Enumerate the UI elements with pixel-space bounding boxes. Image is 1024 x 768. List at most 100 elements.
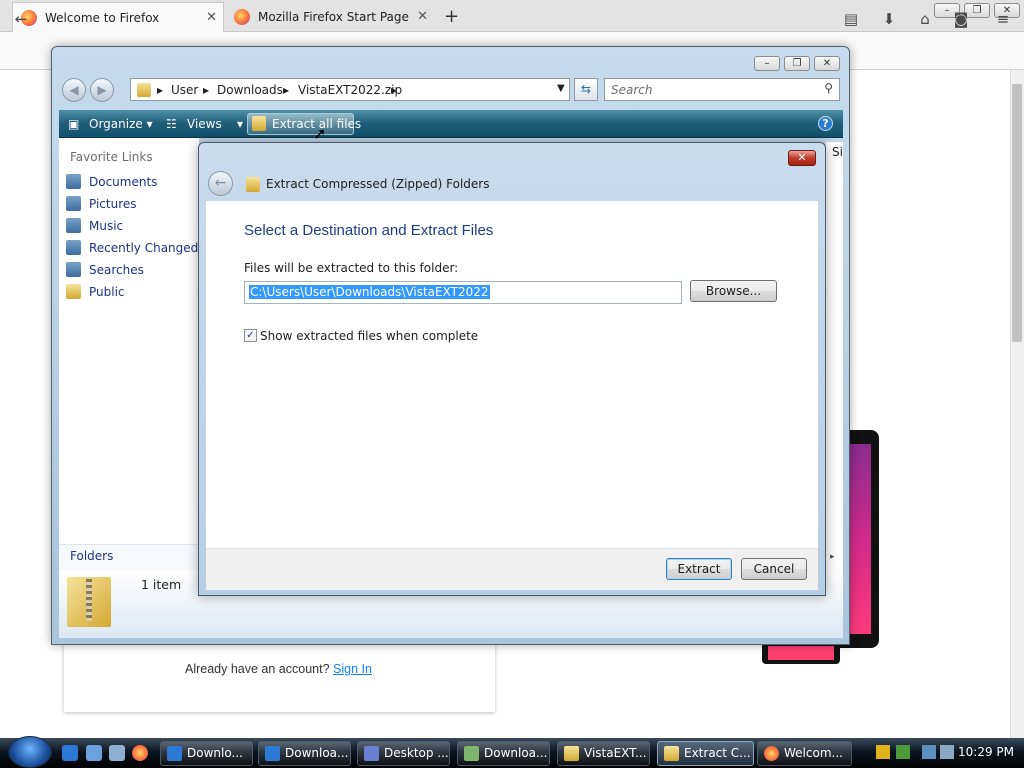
explorer-close-button[interactable]: ✕	[814, 56, 840, 71]
taskbar-button-extract[interactable]: Extract C...	[657, 741, 754, 766]
nav-pictures[interactable]: Pictures	[66, 196, 137, 211]
documents-icon	[66, 174, 81, 189]
extract-button[interactable]: Extract	[666, 558, 732, 580]
destination-path-value: C:\Users\User\Downloads\VistaEXT2022	[249, 285, 490, 299]
taskbar-button-ie-downloads-2[interactable]: Downloa...	[258, 741, 351, 766]
favorite-links-title: Favorite Links	[70, 150, 153, 164]
zip-folder-icon	[252, 116, 266, 131]
music-icon	[66, 218, 81, 233]
pictures-icon	[66, 196, 81, 211]
firefox-icon	[234, 9, 250, 25]
taskbar-button-ie-downloads[interactable]: Downlo...	[160, 741, 253, 766]
tab-mozilla-start-page[interactable]: Mozilla Firefox Start Page ✕	[226, 2, 434, 32]
zip-folder-icon	[246, 177, 260, 192]
recently-changed-icon	[66, 240, 81, 255]
cancel-button[interactable]: Cancel	[741, 558, 807, 580]
scroll-right-icon[interactable]: ▸	[830, 552, 835, 562]
new-tab-button[interactable]: +	[444, 6, 459, 27]
views-icon: ☷	[166, 117, 177, 131]
tray-app-icon[interactable]	[896, 745, 910, 759]
show-desktop-icon[interactable]	[86, 745, 102, 761]
show-extracted-files-checkbox[interactable]: ✓	[244, 329, 257, 342]
close-tab-icon[interactable]: ✕	[206, 10, 217, 25]
taskbar-button-firefox-welcome[interactable]: Welcom...	[757, 741, 852, 766]
show-extracted-files-label[interactable]: Show extracted files when complete	[260, 329, 478, 343]
mouse-cursor-icon: ➚	[313, 124, 327, 143]
already-have-account: Already have an account? Sign In	[185, 662, 372, 676]
nav-documents[interactable]: Documents	[66, 174, 157, 189]
dialog-body	[206, 201, 818, 548]
switch-windows-icon[interactable]	[109, 745, 125, 761]
nav-music[interactable]: Music	[66, 218, 123, 233]
phone-screen-image	[847, 444, 871, 634]
tab-welcome-to-firefox[interactable]: Welcome to Firefox ✕	[12, 2, 224, 32]
item-count: 1 item	[141, 577, 182, 592]
public-folder-icon	[66, 284, 81, 299]
browse-button[interactable]: Browse...	[690, 280, 777, 302]
explorer-search-input[interactable]: Search ⚲	[604, 78, 840, 101]
tab-label: Mozilla Firefox Start Page	[258, 10, 409, 24]
scrollbar-thumb[interactable]	[1012, 84, 1022, 342]
help-icon[interactable]: ?	[818, 116, 833, 131]
ie-icon[interactable]	[62, 745, 78, 761]
download-icon[interactable]: ⬇	[878, 8, 900, 30]
folder-icon	[464, 746, 479, 761]
zip-file-icon	[67, 577, 111, 627]
nav-searches[interactable]: Searches	[66, 262, 144, 277]
explorer-forward-button[interactable]: ▶	[90, 78, 114, 102]
ie-icon	[167, 746, 182, 761]
sign-in-link[interactable]: Sign In	[333, 662, 372, 676]
sign-in-card	[64, 640, 495, 712]
file-list-edge	[826, 142, 843, 570]
device-screen-image	[768, 646, 834, 660]
search-placeholder: Search	[611, 83, 653, 97]
security-shield-icon[interactable]	[876, 745, 890, 759]
bookmarks-icon[interactable]: ▤	[840, 8, 862, 30]
dialog-heading: Select a Destination and Extract Files	[244, 222, 494, 239]
zip-folder-icon	[564, 746, 579, 761]
network-icon[interactable]	[922, 745, 936, 759]
explorer-address-bar[interactable]: ▸ User ▸ Downloads ▸ VistaEXT2022.zip ▸ …	[130, 78, 570, 101]
views-button[interactable]: Views ▾	[187, 117, 243, 131]
taskbar-button-downloads-folder[interactable]: Downloa...	[457, 741, 550, 766]
explorer-back-button[interactable]: ◀	[62, 78, 86, 102]
nav-public[interactable]: Public	[66, 284, 125, 299]
taskbar-button-vistaext[interactable]: VistaEXT...	[557, 741, 650, 766]
folders-label[interactable]: Folders	[70, 549, 113, 563]
breadcrumb-downloads[interactable]: Downloads	[217, 83, 283, 97]
firefox-quicklaunch-icon[interactable]	[132, 745, 148, 761]
zip-folder-icon	[137, 83, 151, 97]
dialog-back-button[interactable]: ←	[208, 171, 233, 196]
home-icon[interactable]: ⌂	[914, 8, 936, 30]
column-header-size[interactable]: Si	[832, 145, 843, 159]
destination-path-input[interactable]: C:\Users\User\Downloads\VistaEXT2022	[244, 281, 682, 304]
already-text: Already have an account?	[185, 662, 330, 676]
breadcrumb-user[interactable]: User	[171, 83, 198, 97]
dialog-title: Extract Compressed (Zipped) Folders	[266, 177, 490, 191]
volume-icon[interactable]	[940, 745, 954, 759]
taskbar-clock[interactable]: 10:29 PM	[958, 745, 1014, 759]
firefox-icon	[764, 746, 779, 761]
breadcrumb-zip[interactable]: VistaEXT2022.zip	[298, 83, 402, 97]
explorer-maximize-button[interactable]: ❐	[784, 56, 810, 71]
explorer-minimize-button[interactable]: –	[754, 56, 780, 71]
zip-folder-icon	[664, 746, 679, 761]
destination-label: Files will be extracted to this folder:	[244, 261, 459, 275]
back-icon[interactable]: ←	[10, 8, 32, 30]
organize-icon: ▣	[68, 117, 80, 131]
close-tab-icon[interactable]: ✕	[417, 9, 428, 24]
tab-label: Welcome to Firefox	[45, 10, 160, 25]
ie-icon	[265, 746, 280, 761]
nav-recently-changed[interactable]: Recently Changed	[66, 240, 198, 255]
dialog-close-button[interactable]: ✕	[788, 150, 816, 166]
chevron-down-icon[interactable]: ▼	[557, 83, 565, 94]
start-button[interactable]	[8, 736, 52, 768]
pocket-icon[interactable]: ◙	[950, 8, 972, 30]
searches-icon	[66, 262, 81, 277]
desktop-icon	[364, 746, 379, 761]
refresh-icon[interactable]: ⇆	[574, 78, 598, 101]
taskbar-button-desktop[interactable]: Desktop ...	[357, 741, 450, 766]
organize-button[interactable]: Organize ▾	[89, 117, 153, 131]
menu-icon[interactable]: ≡	[992, 8, 1014, 30]
search-icon[interactable]: ⚲	[824, 81, 833, 95]
